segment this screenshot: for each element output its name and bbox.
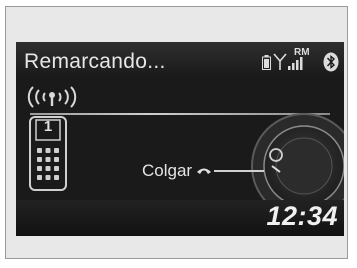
leader-line xyxy=(214,170,265,172)
hangup-icon xyxy=(197,168,212,174)
header-bar: Remarcando... RM xyxy=(16,42,344,79)
hangup-label: Colgar xyxy=(142,161,193,180)
ringing-signal-icon xyxy=(27,86,77,108)
screen-title: Remarcando... xyxy=(24,50,166,73)
line-number: 1 xyxy=(43,118,53,135)
roaming-indicator: RM xyxy=(294,47,310,58)
dial-knob-icon xyxy=(251,113,344,210)
clock-display: 12:34 xyxy=(266,201,338,231)
status-icons: RM xyxy=(262,47,340,74)
phone-screen: Remarcando... RM 1 Colgar 12:34 xyxy=(16,42,344,236)
hangup-button[interactable]: Colgar xyxy=(142,161,265,181)
bluetooth-icon xyxy=(323,52,339,72)
battery-icon xyxy=(262,55,271,70)
